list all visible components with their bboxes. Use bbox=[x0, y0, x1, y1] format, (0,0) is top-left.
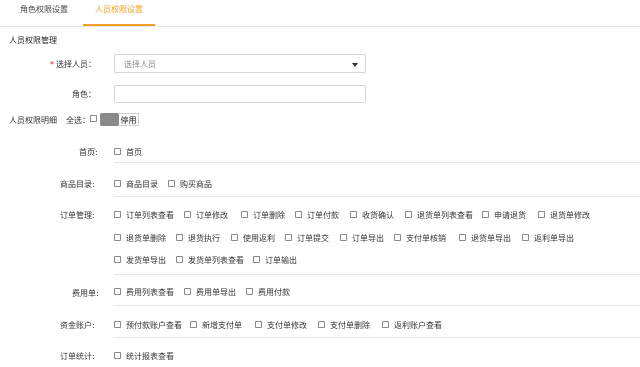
perm-item[interactable]: 退货单导出 bbox=[459, 233, 511, 244]
tab-person-permissions[interactable]: 人员权限设置 bbox=[83, 0, 155, 26]
perm-item[interactable]: 订单输出 bbox=[253, 255, 297, 266]
perm-item[interactable]: 订单付款 bbox=[295, 210, 339, 221]
checkbox[interactable] bbox=[253, 256, 260, 263]
person-select-placeholder: 选择人员 bbox=[124, 60, 156, 69]
checkbox[interactable] bbox=[405, 211, 412, 218]
group-label-home: 首页: bbox=[79, 148, 98, 157]
checkbox[interactable] bbox=[285, 234, 292, 241]
toggle-label: 停用 bbox=[119, 113, 139, 126]
checkbox[interactable] bbox=[318, 321, 325, 328]
checkbox[interactable] bbox=[340, 234, 347, 241]
checkbox[interactable] bbox=[394, 234, 401, 241]
checkbox[interactable] bbox=[114, 288, 121, 295]
checkbox[interactable] bbox=[231, 234, 238, 241]
group-label-expense: 费用单: bbox=[72, 289, 99, 298]
perm-item[interactable]: 订单列表查看 bbox=[114, 210, 174, 221]
perm-item[interactable]: 新增支付单 bbox=[190, 320, 242, 331]
checkbox[interactable] bbox=[482, 211, 489, 218]
perm-item[interactable]: 预付款账户查看 bbox=[114, 320, 182, 331]
select-all-label: 全选： bbox=[66, 116, 90, 125]
tab-role-permissions[interactable]: 角色权限设置 bbox=[20, 0, 68, 24]
divider bbox=[114, 162, 640, 163]
perm-item[interactable]: 发货单列表查看 bbox=[176, 255, 244, 266]
group-label-orders: 订单管理: bbox=[60, 211, 95, 220]
perm-item[interactable]: 返利账户查看 bbox=[382, 320, 442, 331]
divider bbox=[114, 305, 640, 306]
perm-item[interactable]: 退货单删除 bbox=[114, 233, 166, 244]
perm-item[interactable]: 订单提交 bbox=[285, 233, 329, 244]
checkbox[interactable] bbox=[114, 211, 121, 218]
group-label-stats: 订单统计: bbox=[60, 352, 95, 361]
perm-item[interactable]: 使用返利 bbox=[231, 233, 275, 244]
checkbox[interactable] bbox=[246, 288, 253, 295]
checkbox[interactable] bbox=[114, 234, 121, 241]
perm-item[interactable]: 退货单列表查看 bbox=[405, 210, 473, 221]
perm-item[interactable]: 返利单导出 bbox=[522, 233, 574, 244]
checkbox[interactable] bbox=[538, 211, 545, 218]
perm-item[interactable]: 统计报表查看 bbox=[114, 351, 174, 362]
perm-item[interactable]: 订单删除 bbox=[241, 210, 285, 221]
person-select[interactable]: 选择人员 bbox=[114, 54, 366, 73]
perm-item[interactable]: 订单修改 bbox=[184, 210, 228, 221]
checkbox[interactable] bbox=[190, 321, 197, 328]
chevron-down-icon bbox=[352, 63, 358, 67]
checkbox[interactable] bbox=[114, 352, 121, 359]
perm-item[interactable]: 支付单核销 bbox=[394, 233, 446, 244]
group-label-goods: 商品目录: bbox=[60, 180, 95, 189]
checkbox[interactable] bbox=[295, 211, 302, 218]
perm-item[interactable]: 订单导出 bbox=[340, 233, 384, 244]
section-title: 人员权限管理 bbox=[9, 36, 57, 45]
checkbox[interactable] bbox=[522, 234, 529, 241]
perm-item[interactable]: 支付单删除 bbox=[318, 320, 370, 331]
perm-item[interactable]: 支付单修改 bbox=[255, 320, 307, 331]
perm-item[interactable]: 商品目录 bbox=[114, 179, 158, 190]
tab-bar: 角色权限设置 人员权限设置 bbox=[0, 0, 640, 27]
perm-item[interactable]: 费用单导出 bbox=[184, 287, 236, 298]
checkbox[interactable] bbox=[114, 321, 121, 328]
divider bbox=[114, 274, 640, 275]
checkbox[interactable] bbox=[184, 288, 191, 295]
detail-label: 人员权限明细 bbox=[9, 116, 57, 125]
enable-toggle[interactable]: 停用 bbox=[100, 113, 139, 126]
checkbox[interactable] bbox=[184, 211, 191, 218]
perm-item[interactable]: 退货执行 bbox=[176, 233, 220, 244]
required-mark: * bbox=[50, 60, 54, 69]
divider bbox=[114, 337, 640, 338]
checkbox[interactable] bbox=[255, 321, 262, 328]
person-label: * 选择人员： bbox=[50, 60, 96, 69]
checkbox[interactable] bbox=[350, 211, 357, 218]
group-label-funds: 资金账户: bbox=[60, 321, 95, 330]
divider bbox=[114, 196, 640, 197]
perm-item[interactable]: 费用列表查看 bbox=[114, 287, 174, 298]
checkbox[interactable] bbox=[114, 148, 121, 155]
checkbox[interactable] bbox=[241, 211, 248, 218]
checkbox[interactable] bbox=[176, 256, 183, 263]
perm-item[interactable]: 费用付款 bbox=[246, 287, 290, 298]
checkbox[interactable] bbox=[382, 321, 389, 328]
checkbox[interactable] bbox=[176, 234, 183, 241]
perm-item[interactable]: 申请退货 bbox=[482, 210, 526, 221]
select-all-checkbox[interactable] bbox=[90, 115, 97, 122]
perm-item[interactable]: 购买商品 bbox=[168, 179, 212, 190]
toggle-knob bbox=[100, 113, 119, 126]
checkbox[interactable] bbox=[168, 180, 175, 187]
perm-item[interactable]: 发货单导出 bbox=[114, 255, 166, 266]
checkbox[interactable] bbox=[114, 180, 121, 187]
perm-item[interactable]: 退货单修改 bbox=[538, 210, 590, 221]
perm-item[interactable]: 收货确认 bbox=[350, 210, 394, 221]
checkbox[interactable] bbox=[459, 234, 466, 241]
role-label: 角色： bbox=[72, 90, 96, 99]
checkbox[interactable] bbox=[114, 256, 121, 263]
role-input[interactable] bbox=[114, 85, 366, 103]
perm-item[interactable]: 首页 bbox=[114, 147, 142, 158]
